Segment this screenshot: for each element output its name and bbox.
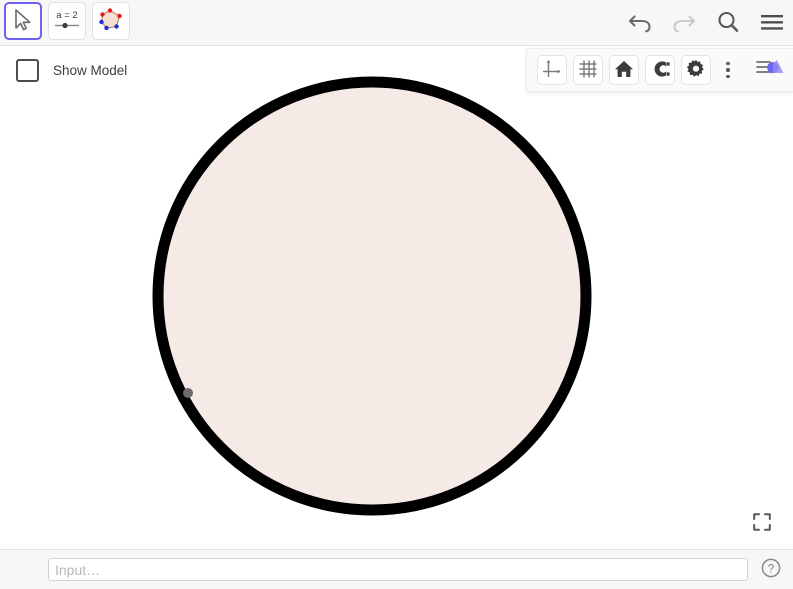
hamburger-menu-icon	[759, 11, 785, 36]
toggle-grid-button[interactable]	[573, 55, 603, 85]
gear-icon	[685, 58, 707, 83]
cursor-arrow-icon	[12, 8, 34, 35]
standard-view-button[interactable]	[609, 55, 639, 85]
dot-1	[726, 61, 730, 66]
point-on-circle[interactable]	[183, 388, 193, 398]
graphics-view[interactable]	[0, 46, 793, 549]
axes-icon	[541, 58, 563, 83]
move-tool-button[interactable]	[4, 2, 42, 40]
geogebra-app: a = 2 Show Model Input… ?	[0, 0, 793, 589]
redo-icon	[671, 10, 697, 37]
help-button[interactable]: ?	[759, 558, 783, 582]
dot-3	[726, 74, 730, 79]
top-toolbar: a = 2	[0, 0, 793, 46]
slider-icon-label: a = 2	[56, 10, 77, 21]
hamburger-menu-button[interactable]	[757, 8, 787, 38]
show-model-label: Show Model	[53, 62, 128, 78]
point-capturing-button[interactable]	[645, 55, 675, 85]
slider-icon: a = 2	[52, 7, 82, 36]
graphics-view-icon	[755, 55, 785, 86]
polygon-icon	[97, 6, 125, 37]
show-model-checkbox[interactable]	[16, 58, 39, 82]
graphics-style-bar	[526, 48, 793, 92]
grid-icon	[577, 58, 599, 83]
graphics-view-toggle-button[interactable]	[753, 55, 787, 85]
magnet-icon	[649, 58, 671, 83]
undo-button[interactable]	[625, 8, 655, 38]
more-options-button[interactable]	[717, 55, 739, 85]
redo-button[interactable]	[669, 8, 699, 38]
help-question-icon: ?	[760, 557, 782, 584]
slider-tool-button[interactable]: a = 2	[48, 2, 86, 40]
algebra-input-field[interactable]	[48, 558, 748, 581]
fullscreen-expand-icon	[752, 512, 772, 537]
undo-icon	[627, 10, 653, 37]
input-bar: ?	[0, 549, 793, 589]
conic-circle[interactable]	[152, 76, 592, 516]
tool-group: a = 2	[4, 2, 130, 40]
home-icon	[613, 58, 635, 83]
show-model-checkbox-row[interactable]: Show Model	[0, 46, 127, 94]
graphics-canvas-svg	[152, 76, 592, 516]
fullscreen-button[interactable]	[745, 507, 779, 541]
polygon-tool-button[interactable]	[92, 2, 130, 40]
dot-2	[726, 68, 730, 72]
toggle-axes-button[interactable]	[537, 55, 567, 85]
svg-text:?: ?	[768, 561, 775, 575]
toolbar-actions	[625, 0, 787, 46]
search-icon	[715, 9, 741, 38]
search-button[interactable]	[713, 8, 743, 38]
settings-button[interactable]	[681, 55, 711, 85]
